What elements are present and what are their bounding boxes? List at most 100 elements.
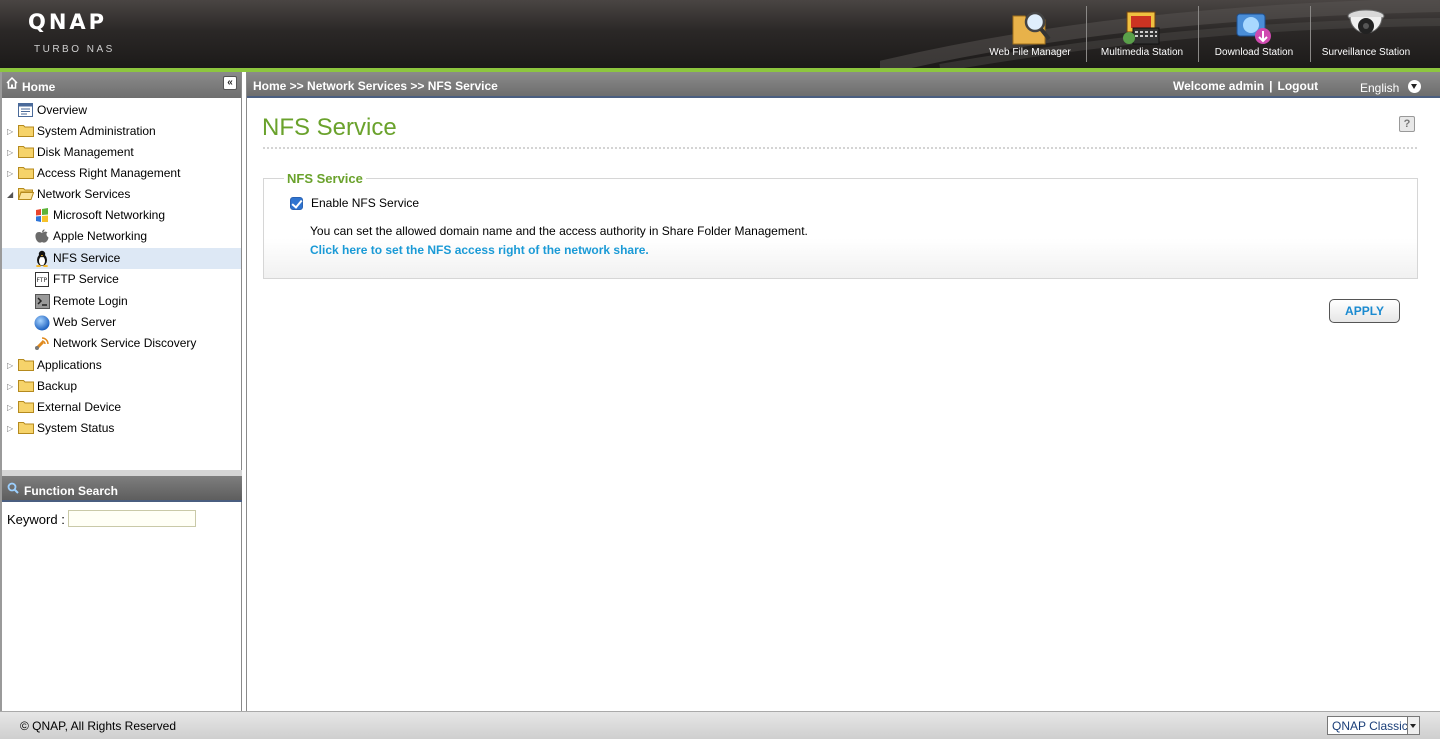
sidebar-item-label: Microsoft Networking: [53, 208, 166, 222]
sidebar-item-backup[interactable]: ▷ Backup: [2, 376, 241, 397]
sidebar-item-ftp-service[interactable]: FTP FTP Service: [2, 269, 241, 290]
function-search-header: Function Search: [2, 476, 242, 502]
enable-nfs-label[interactable]: Enable NFS Service: [311, 196, 419, 210]
title-divider: [263, 147, 1417, 149]
sidebar-item-applications[interactable]: ▷ Applications: [2, 355, 241, 376]
qnap-logo: QNAP: [28, 10, 108, 34]
language-label: English: [1360, 81, 1400, 95]
sidebar-item-label: Disk Management: [37, 145, 134, 159]
sidebar-item-system-status[interactable]: ▷ System Status: [2, 418, 241, 439]
sidebar-item-microsoft-networking[interactable]: Microsoft Networking: [2, 205, 241, 226]
sidebar-item-network-service-discovery[interactable]: Network Service Discovery: [2, 333, 241, 354]
expand-arrow-icon[interactable]: ▷: [7, 355, 13, 376]
windows-icon: [36, 208, 48, 222]
logout-link[interactable]: Logout: [1278, 79, 1319, 93]
sidebar-header: Home «: [2, 72, 241, 98]
sidebar-item-disk-management[interactable]: ▷ Disk Management: [2, 142, 241, 163]
app-label: Multimedia Station: [1100, 47, 1184, 58]
sidebar-item-external-device[interactable]: ▷ External Device: [2, 397, 241, 418]
download-station-icon: [1236, 13, 1271, 44]
web-file-manager-icon: [1012, 11, 1051, 45]
overview-icon: [18, 103, 33, 117]
help-icon[interactable]: ?: [1399, 116, 1415, 132]
folder-icon: [18, 125, 34, 137]
sidebar-item-label: Web Server: [53, 314, 117, 329]
nfs-access-right-link[interactable]: Click here to set the NFS access right o…: [310, 243, 649, 257]
expand-arrow-icon[interactable]: ▷: [7, 397, 13, 418]
folder-open-icon: [18, 188, 34, 200]
main-content: Home >> Network Services >> NFS Service …: [246, 72, 1440, 711]
multimedia-station-icon: [1123, 11, 1160, 45]
sidebar-item-access-right-management[interactable]: ▷ Access Right Management: [2, 163, 241, 184]
enable-nfs-checkbox[interactable]: [290, 197, 303, 210]
folder-icon: [18, 167, 34, 179]
expand-arrow-icon[interactable]: ▷: [7, 121, 13, 142]
globe-icon: [34, 315, 50, 331]
welcome-text: Welcome admin: [1173, 79, 1265, 93]
sidebar-item-label: Overview: [37, 103, 88, 117]
sidebar-item-network-services[interactable]: ◢ Network Services: [2, 184, 241, 205]
folder-icon: [18, 421, 34, 434]
sidebar-item-label: Remote Login: [53, 293, 128, 308]
description-text: You can set the allowed domain name and …: [310, 224, 808, 238]
sidebar-item-overview[interactable]: Overview: [2, 100, 241, 121]
language-dropdown-icon[interactable]: [1408, 80, 1421, 93]
ftp-icon: FTP: [35, 272, 49, 288]
folder-icon: [18, 146, 34, 158]
app-label: Web File Manager: [989, 47, 1071, 58]
app-surveillance-station[interactable]: Surveillance Station: [1311, 4, 1421, 66]
sidebar-item-system-administration[interactable]: ▷ System Administration: [2, 121, 241, 142]
expand-arrow-icon[interactable]: ▷: [7, 163, 13, 184]
sidebar-item-label: Backup: [37, 378, 78, 393]
sidebar-item-apple-networking[interactable]: Apple Networking: [2, 226, 241, 247]
sidebar-item-label: FTP Service: [53, 272, 119, 287]
function-search-panel: Function Search Keyword :: [2, 470, 242, 711]
search-icon: [7, 482, 19, 494]
app-multimedia-station[interactable]: Multimedia Station: [1087, 4, 1197, 66]
svg-text:FTP: FTP: [37, 277, 48, 284]
expand-arrow-icon[interactable]: ▷: [7, 418, 13, 439]
keyword-input[interactable]: [68, 510, 196, 527]
sidebar-title: Home: [22, 80, 56, 94]
sidebar-item-label: Network Service Discovery: [53, 336, 197, 351]
theme-select[interactable]: QNAP Classic: [1327, 716, 1420, 735]
expand-arrow-icon[interactable]: ▷: [7, 142, 13, 163]
folder-icon: [18, 400, 34, 413]
terminal-icon: [35, 293, 50, 309]
surveillance-station-icon: [1347, 9, 1385, 34]
sidebar-item-label: Apple Networking: [53, 229, 148, 244]
chevron-down-icon[interactable]: [1407, 717, 1419, 734]
collapse-arrow-icon[interactable]: ◢: [7, 184, 13, 205]
sidebar-item-remote-login[interactable]: Remote Login: [2, 291, 241, 312]
app-label: Download Station: [1214, 47, 1294, 58]
collapse-sidebar-button[interactable]: «: [223, 76, 237, 90]
page-title: NFS Service: [262, 114, 397, 141]
function-search-title: Function Search: [24, 484, 119, 498]
navigation-tree: Overview ▷ System Administration ▷ Disk …: [2, 98, 241, 439]
sidebar-item-label: External Device: [37, 399, 122, 414]
section-title: NFS Service: [284, 171, 366, 186]
user-welcome: Welcome admin | Logout: [1173, 79, 1318, 93]
turbo-nas-subtitle: TURBO NAS: [34, 44, 115, 55]
apple-icon: [35, 229, 49, 244]
sidebar-item-nfs-service[interactable]: NFS Service: [2, 247, 241, 270]
keyword-label: Keyword :: [7, 512, 65, 527]
sidebar-item-web-server[interactable]: Web Server: [2, 312, 241, 333]
separator: |: [1269, 79, 1273, 93]
expand-arrow-icon[interactable]: ▷: [7, 376, 13, 397]
sidebar-item-label: Network Services: [37, 187, 131, 201]
sidebar-item-label: System Status: [37, 420, 115, 435]
app-download-station[interactable]: Download Station: [1199, 4, 1309, 66]
satellite-icon: [34, 337, 49, 351]
linux-penguin-icon: [36, 250, 48, 267]
top-header: QNAP TURBO NAS Web File Manager Multimed…: [0, 0, 1440, 68]
app-web-file-manager[interactable]: Web File Manager: [975, 4, 1085, 66]
apply-button[interactable]: APPLY: [1329, 299, 1400, 323]
nfs-service-section: NFS Service Enable NFS Service You can s…: [263, 171, 1418, 279]
sidebar-item-label: Access Right Management: [37, 166, 181, 180]
theme-select-value: QNAP Classic: [1332, 719, 1408, 733]
top-bar: Home >> Network Services >> NFS Service …: [247, 72, 1440, 98]
app-label: Surveillance Station: [1321, 47, 1411, 58]
footer: © QNAP, All Rights Reserved QNAP Classic: [0, 711, 1440, 739]
sidebar-item-label: System Administration: [37, 124, 156, 138]
